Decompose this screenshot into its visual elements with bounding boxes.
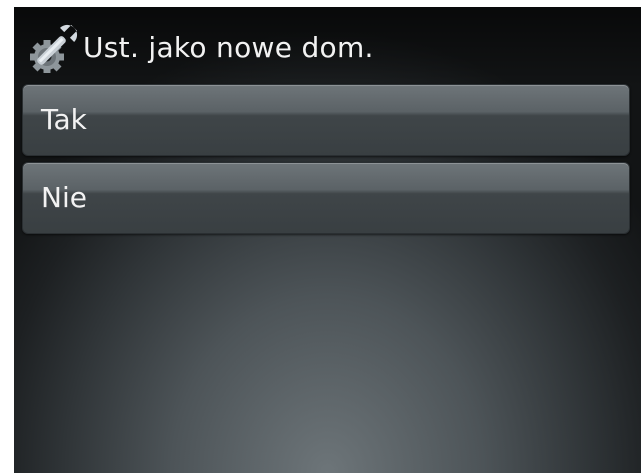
option-no-label: Nie [41, 181, 87, 214]
title-bar: Ust. jako nowe dom. [14, 7, 641, 79]
option-no-button[interactable]: Nie [22, 162, 630, 234]
option-yes-button[interactable]: Tak [22, 84, 630, 156]
printer-display-screen: Ust. jako nowe dom. Tak Nie [14, 7, 641, 473]
option-yes-label: Tak [41, 103, 87, 136]
settings-tools-icon [30, 24, 78, 73]
page-title: Ust. jako nowe dom. [83, 31, 374, 64]
